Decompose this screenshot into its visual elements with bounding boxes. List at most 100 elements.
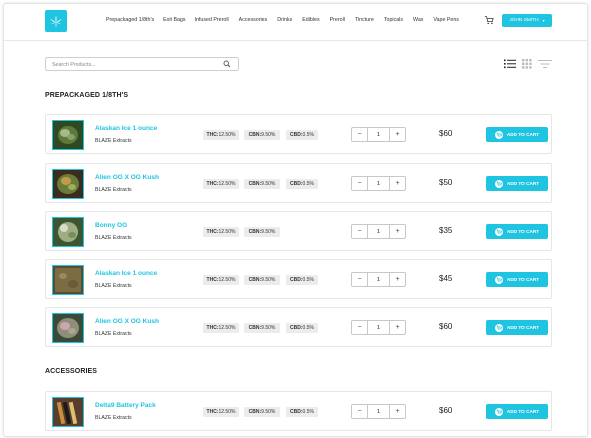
quantity-value[interactable]: 1 (367, 273, 390, 286)
increment-button[interactable]: + (390, 273, 405, 286)
cbd-chip: CBD: 0.5% (286, 323, 318, 333)
cbn-chip: CBN: 9.50% (244, 130, 280, 140)
product-price: $60 (439, 129, 453, 138)
filter-icon[interactable] (538, 59, 552, 69)
add-to-cart-button[interactable]: ADD TO CART (486, 272, 548, 287)
product-name[interactable]: Alien OG X OG Kush (95, 174, 159, 181)
cbn-chip: CBN: 9.50% (244, 275, 280, 285)
nav-item-wax[interactable]: Wax (413, 17, 423, 23)
cart-icon[interactable] (484, 15, 494, 25)
nav-item-topicals[interactable]: Topicals (384, 17, 403, 23)
nav-item-tincture[interactable]: Tincture (355, 17, 374, 23)
nav-item-accessories[interactable]: Accessories (239, 17, 268, 23)
list-view-icon[interactable] (504, 59, 516, 69)
quantity-stepper: − 1 + (351, 404, 406, 419)
cannabis-leaf-logo[interactable] (45, 10, 67, 32)
product-name[interactable]: Alaskan Ice 1 ounce (95, 270, 157, 277)
nav-item-drinks[interactable]: Drinks (277, 17, 292, 23)
product-image[interactable] (52, 169, 84, 199)
decrement-button[interactable]: − (352, 273, 367, 286)
increment-button[interactable]: + (390, 225, 405, 238)
product-photo (53, 121, 83, 149)
product-price: $60 (439, 406, 453, 415)
nav-item-prepackaged[interactable]: Prepackaged 1/8th's (106, 17, 154, 23)
product-photo (53, 218, 83, 246)
product-price: $60 (439, 322, 453, 331)
product-price: $35 (439, 226, 453, 235)
product-brand: BLAZE Extracts (95, 138, 132, 144)
product-name[interactable]: Alien OG X OG Kush (95, 318, 159, 325)
decrement-button[interactable]: − (352, 225, 367, 238)
thc-chip: THC: 12.50% (203, 130, 239, 140)
increment-button[interactable]: + (390, 321, 405, 334)
decrement-button[interactable]: − (352, 321, 367, 334)
product-photo (53, 266, 83, 294)
product-row: Bonny OG BLAZE Extracts THC: 12.50% CBN: 9… (45, 211, 552, 251)
cart-icon (494, 130, 503, 139)
section-title-accessories: ACCESSORIES (45, 368, 98, 375)
product-photo (53, 314, 83, 342)
product-name[interactable]: Delta9 Battery Pack (95, 402, 156, 409)
add-to-cart-button[interactable]: ADD TO CART (486, 320, 548, 335)
product-image[interactable] (52, 265, 84, 295)
increment-button[interactable]: + (390, 405, 405, 418)
quantity-stepper: − 1 + (351, 272, 406, 287)
product-name[interactable]: Bonny OG (95, 222, 127, 229)
product-row: Alien OG X OG Kush BLAZE Extracts THC: 12… (45, 307, 552, 347)
decrement-button[interactable]: − (352, 177, 367, 190)
nav-item-vape-pens[interactable]: Vape Pens (433, 17, 459, 23)
product-brand: BLAZE Extracts (95, 283, 132, 289)
increment-button[interactable]: + (390, 128, 405, 141)
cbd-chip: CBD: 0.5% (286, 407, 318, 417)
product-brand: BLAZE Extracts (95, 187, 132, 193)
thc-chip: THC: 12.50% (203, 179, 239, 189)
nav-item-preroll[interactable]: Preroll (330, 17, 345, 23)
add-to-cart-label: ADD TO CART (506, 181, 540, 186)
add-to-cart-label: ADD TO CART (506, 229, 540, 234)
thc-chip: THC: 12.50% (203, 275, 239, 285)
quantity-stepper: − 1 + (351, 176, 406, 191)
section-title-prepackaged: PREPACKAGED 1/8TH'S (45, 92, 129, 99)
grid-view-icon[interactable] (522, 59, 532, 69)
nav-item-infused-preroll[interactable]: Infused Preroll (195, 17, 229, 23)
quantity-value[interactable]: 1 (367, 177, 390, 190)
product-brand: BLAZE Extracts (95, 235, 132, 241)
quantity-stepper: − 1 + (351, 320, 406, 335)
product-photo (53, 398, 83, 426)
cbd-chip: CBD: 0.5% (286, 130, 318, 140)
cart-icon (494, 179, 503, 188)
decrement-button[interactable]: − (352, 405, 367, 418)
cannabis-leaf-icon (50, 15, 62, 27)
product-image[interactable] (52, 397, 84, 427)
decrement-button[interactable]: − (352, 128, 367, 141)
product-image[interactable] (52, 120, 84, 150)
search-icon[interactable] (223, 60, 231, 68)
cbn-chip: CBN: 9.50% (244, 179, 280, 189)
cart-icon (494, 407, 503, 416)
thc-chip: THC: 12.50% (203, 227, 239, 237)
quantity-value[interactable]: 1 (367, 128, 390, 141)
user-name-label: JOHN SMITH (509, 18, 539, 23)
add-to-cart-button[interactable]: ADD TO CART (486, 404, 548, 419)
add-to-cart-label: ADD TO CART (506, 409, 540, 414)
nav-item-exit-bags[interactable]: Exit Bags (163, 17, 185, 23)
quantity-value[interactable]: 1 (367, 321, 390, 334)
add-to-cart-button[interactable]: ADD TO CART (486, 224, 548, 239)
add-to-cart-label: ADD TO CART (506, 277, 540, 282)
quantity-value[interactable]: 1 (367, 405, 390, 418)
nav-item-edibles[interactable]: Edibles (302, 17, 319, 23)
product-name[interactable]: Alaskan Ice 1 ounce (95, 125, 157, 132)
search-input[interactable] (52, 60, 212, 69)
product-brand: BLAZE Extracts (95, 415, 132, 421)
quantity-value[interactable]: 1 (367, 225, 390, 238)
add-to-cart-button[interactable]: ADD TO CART (486, 176, 548, 191)
add-to-cart-button[interactable]: ADD TO CART (486, 127, 548, 142)
increment-button[interactable]: + (390, 177, 405, 190)
product-photo (53, 170, 83, 198)
user-menu-button[interactable]: JOHN SMITH ▾ (502, 14, 552, 27)
app-window: Prepackaged 1/8th's Exit Bags Infused Pr… (3, 3, 588, 437)
product-image[interactable] (52, 217, 84, 247)
cbd-chip: CBD: 0.5% (286, 179, 318, 189)
product-row: Alien OG X OG Kush BLAZE Extracts THC: 12… (45, 163, 552, 203)
product-image[interactable] (52, 313, 84, 343)
